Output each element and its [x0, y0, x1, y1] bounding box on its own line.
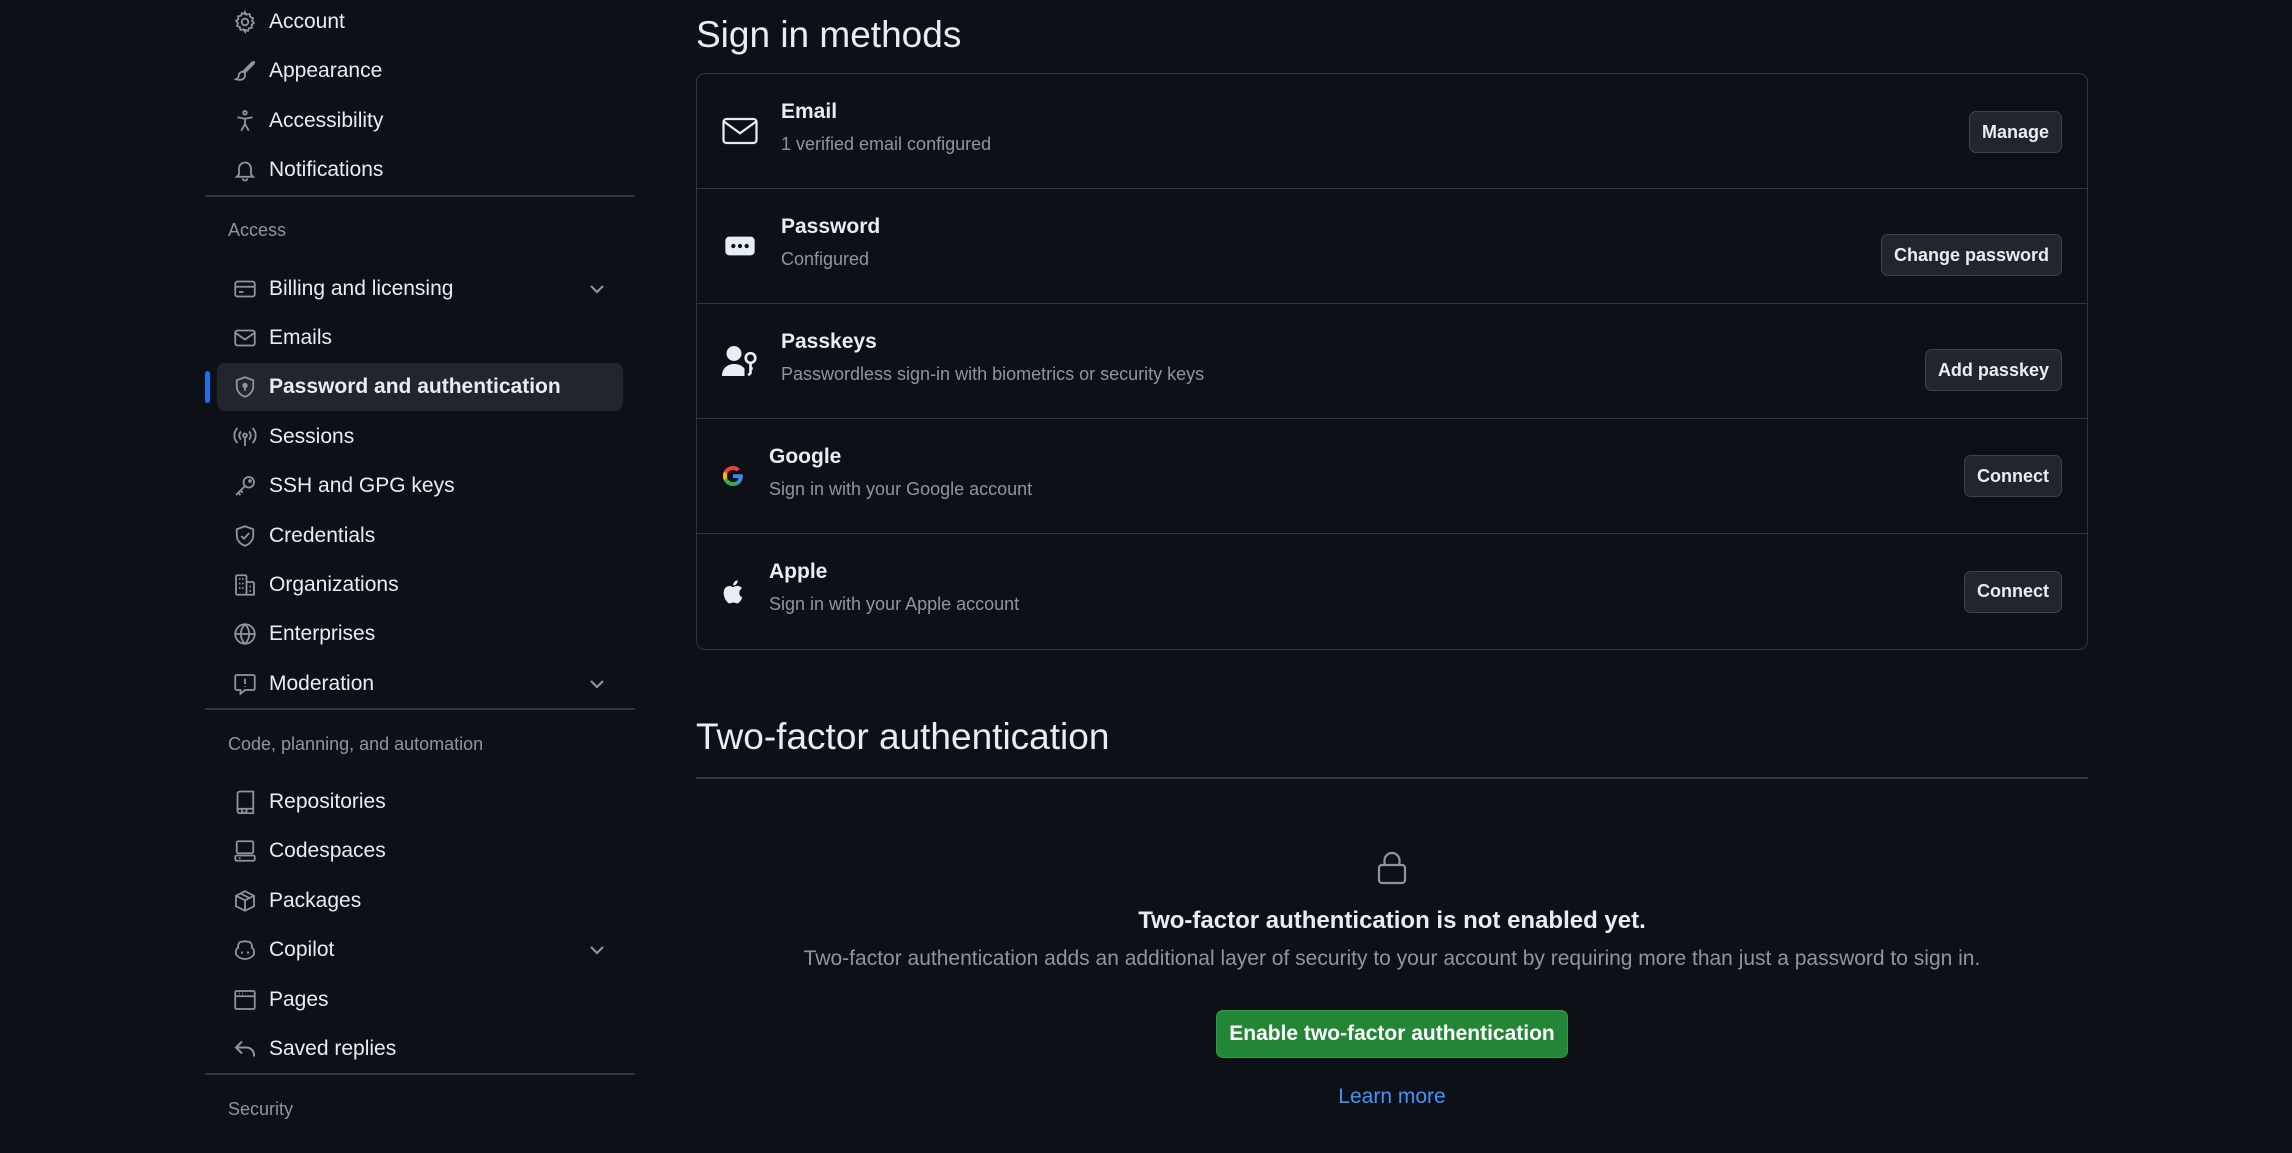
sidebar-item-saved-replies[interactable]: Saved replies — [217, 1025, 623, 1073]
sidebar-item-label: Enterprises — [269, 622, 376, 646]
method-title: Passkeys — [781, 329, 877, 353]
chevron-down-icon[interactable] — [585, 938, 609, 962]
method-description: 1 verified email configured — [781, 133, 992, 154]
connect-google-button[interactable]: Connect — [1964, 455, 2062, 497]
sidebar-item-codespaces[interactable]: Codespaces — [217, 827, 623, 875]
method-description: Sign in with your Apple account — [769, 594, 1020, 614]
method-title: Email — [781, 99, 838, 123]
password-icon — [721, 227, 759, 265]
sidebar-item-label: Billing and licensing — [269, 276, 454, 300]
sidebar-item-label: Organizations — [269, 572, 399, 596]
sidebar-item-moderation[interactable]: Moderation — [217, 660, 623, 708]
sidebar-item-label: Sessions — [269, 424, 355, 448]
google-icon — [721, 457, 745, 495]
copilot-icon — [233, 938, 257, 962]
manage-email-button[interactable]: Manage — [1968, 111, 2062, 153]
method-description: Passwordless sign-in with biometrics or … — [781, 363, 1205, 384]
sidebar-item-label: Pages — [269, 987, 329, 1011]
sidebar-item-label: Copilot — [269, 938, 335, 962]
sidebar-item-label: Notifications — [269, 158, 384, 182]
sidebar-item-organizations[interactable]: Organizations — [217, 561, 623, 609]
shield-lock-icon — [233, 375, 257, 399]
sidebar-item-label: Repositories — [269, 790, 386, 814]
passkey-icon — [721, 342, 759, 380]
signin-methods-title: Sign in methods — [696, 14, 962, 55]
mail-icon — [233, 326, 257, 350]
sidebar-item-label: Account — [269, 10, 345, 33]
sidebar-item-packages[interactable]: Packages — [217, 877, 623, 925]
organization-icon — [233, 573, 257, 597]
sidebar-heading-security: Security — [228, 1098, 294, 1119]
sidebar-heading-code: Code, planning, and automation — [228, 733, 484, 754]
connect-apple-button[interactable]: Connect — [1964, 570, 2062, 613]
sidebar-item-label: SSH and GPG keys — [269, 474, 455, 498]
signin-method-google: Google Sign in with your Google account … — [697, 419, 2087, 534]
enable-two-factor-button[interactable]: Enable two-factor authentication — [1216, 1010, 1568, 1058]
package-icon — [233, 889, 257, 913]
chevron-down-icon[interactable] — [585, 277, 609, 301]
two-factor-description: Two-factor authentication adds an additi… — [803, 947, 1981, 970]
repo-icon — [233, 790, 257, 815]
sidebar-item-sessions[interactable]: Sessions — [217, 413, 623, 461]
signin-method-password: Password Configured Change password — [697, 189, 2087, 304]
chevron-down-icon[interactable] — [585, 672, 609, 696]
sidebar-item-accessibility[interactable]: Accessibility — [217, 97, 623, 145]
sidebar-heading-access: Access — [228, 220, 287, 241]
mail-icon — [721, 112, 759, 150]
sidebar-item-label: Credentials — [269, 523, 376, 547]
settings-page: Account Appearance Accessibility Notific… — [0, 0, 2292, 1153]
credit-card-icon — [233, 277, 257, 301]
lock-icon — [1377, 851, 1407, 885]
sidebar-item-ssh-gpg-keys[interactable]: SSH and GPG keys — [217, 462, 623, 510]
signin-method-apple: Apple Sign in with your Apple account Co… — [697, 534, 2087, 649]
shield-check-icon — [233, 524, 257, 548]
sidebar-item-notifications[interactable]: Notifications — [217, 146, 623, 194]
report-icon — [233, 672, 257, 696]
sidebar-item-label: Emails — [269, 325, 333, 349]
sidebar-item-label: Packages — [269, 888, 362, 912]
two-factor-status-heading: Two-factor authentication is not enabled… — [1138, 907, 1646, 934]
broadcast-icon — [233, 425, 257, 449]
accessibility-icon — [233, 109, 257, 133]
change-password-button[interactable]: Change password — [1880, 234, 2062, 276]
sidebar-item-repositories[interactable]: Repositories — [217, 778, 623, 826]
two-factor-title: Two-factor authentication — [696, 716, 1110, 757]
sidebar-item-label: Moderation — [269, 671, 375, 695]
sidebar-item-enterprises[interactable]: Enterprises — [217, 610, 623, 658]
two-factor-divider — [696, 777, 2088, 779]
sidebar-item-account[interactable]: Account — [217, 0, 623, 46]
method-title: Google — [769, 444, 842, 468]
signin-methods-list: Email 1 verified email configured Manage… — [696, 73, 2088, 650]
sidebar-item-pages[interactable]: Pages — [217, 976, 623, 1024]
settings-sidebar: Account Appearance Accessibility Notific… — [205, 0, 635, 1143]
sidebar-item-label: Codespaces — [269, 839, 386, 863]
gear-icon — [233, 10, 257, 34]
browser-icon — [233, 988, 257, 1012]
codespaces-icon — [233, 839, 257, 863]
paintbrush-icon — [233, 59, 257, 83]
learn-more-link[interactable]: Learn more — [696, 1085, 2088, 1109]
sidebar-item-label: Appearance — [269, 59, 383, 83]
sidebar-item-copilot[interactable]: Copilot — [217, 926, 623, 974]
globe-icon — [233, 622, 257, 646]
method-title: Apple — [769, 560, 828, 583]
signin-method-email: Email 1 verified email configured Manage — [697, 74, 2087, 189]
sidebar-item-password-authentication[interactable]: Password and authentication — [205, 363, 623, 412]
sidebar-item-appearance[interactable]: Appearance — [217, 47, 623, 95]
sidebar-item-credentials[interactable]: Credentials — [217, 512, 623, 560]
reply-icon — [233, 1037, 257, 1061]
bell-icon — [233, 158, 257, 182]
sidebar-item-label: Saved replies — [269, 1037, 397, 1061]
sidebar-item-label: Accessibility — [269, 108, 384, 132]
apple-icon — [721, 573, 745, 611]
method-description: Sign in with your Google account — [769, 478, 1033, 499]
key-icon — [233, 474, 257, 498]
signin-method-passkeys: Passkeys Passwordless sign-in with biome… — [697, 304, 2087, 419]
sidebar-item-label: Password and authentication — [269, 375, 561, 399]
sidebar-item-emails[interactable]: Emails — [217, 314, 623, 362]
sidebar-item-billing[interactable]: Billing and licensing — [217, 265, 623, 313]
add-passkey-button[interactable]: Add passkey — [1924, 349, 2062, 391]
